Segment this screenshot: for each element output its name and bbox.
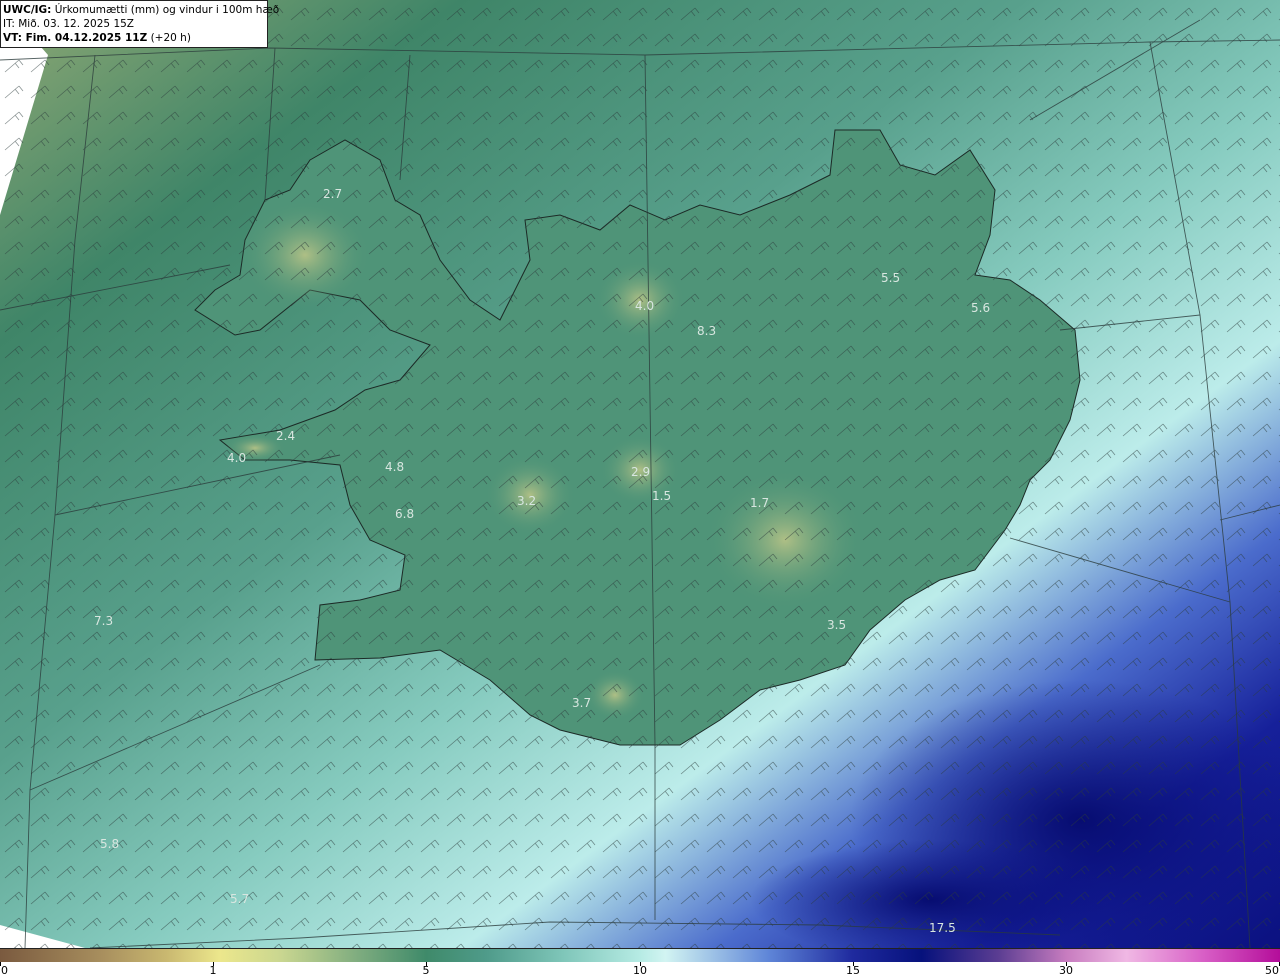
colorbar-tick-label: 0	[1, 964, 8, 977]
colorbar-tick-label: 50	[1265, 964, 1279, 977]
value-label: 1.5	[652, 489, 671, 503]
weather-map: 2.7 4.0 8.3 5.5 5.6 2.4 4.0 4.8 3.2 2.9 …	[0, 0, 1280, 948]
value-label: 3.2	[517, 494, 536, 508]
colorbar-tick-label: 30	[1059, 964, 1073, 977]
value-label: 2.7	[323, 187, 342, 201]
lead-time: (+20 h)	[147, 32, 191, 44]
info-box: UWC/IG: Úrkomumætti (mm) og vindur i 100…	[0, 0, 279, 48]
value-label: 2.4	[276, 429, 295, 443]
colorbar-strip	[0, 948, 1280, 962]
value-label: 5.6	[971, 301, 990, 315]
model-prefix: UWC/IG:	[3, 4, 52, 16]
valid-time-row: VT: Fim. 04.12.2025 11Z (+20 h)	[3, 31, 267, 45]
colorbar: 0 1 5 10 15 30 50	[0, 948, 1280, 978]
value-label: 5.5	[881, 271, 900, 285]
value-label: 4.0	[227, 451, 246, 465]
init-time: IT: Mið. 03. 12. 2025 15Z	[3, 18, 134, 30]
colorbar-tick-label: 10	[633, 964, 647, 977]
value-label: 6.8	[395, 507, 414, 521]
value-label: 3.5	[827, 618, 846, 632]
value-label: 8.3	[697, 324, 716, 338]
value-label: 2.9	[631, 465, 650, 479]
value-label: 17.5	[929, 921, 956, 935]
title-row: UWC/IG: Úrkomumætti (mm) og vindur i 100…	[3, 3, 279, 17]
value-label: 5.8	[100, 837, 119, 851]
colorbar-tick-label: 1	[209, 964, 217, 977]
colorbar-tick-label: 5	[422, 964, 430, 977]
colorbar-tick-label: 15	[846, 964, 860, 977]
value-label: 5.7	[230, 892, 249, 906]
valid-time: VT: Fim. 04.12.2025 11Z	[3, 32, 148, 44]
value-label: 7.3	[94, 614, 113, 628]
value-label: 4.0	[635, 299, 654, 313]
value-label: 4.8	[385, 460, 404, 474]
value-label: 1.7	[750, 496, 769, 510]
map-title: Úrkomumætti (mm) og vindur i 100m hæð	[51, 4, 280, 16]
value-label: 3.7	[572, 696, 591, 710]
